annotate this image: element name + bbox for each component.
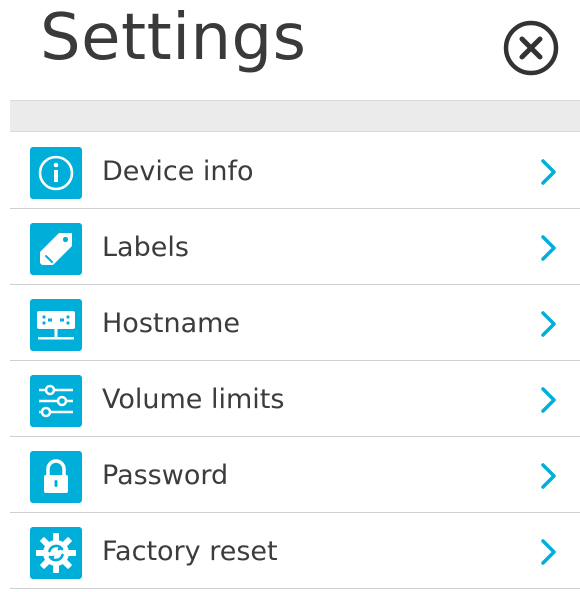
chevron-right-icon bbox=[541, 539, 556, 565]
gear-reset-icon bbox=[30, 527, 82, 579]
menu-item-password[interactable]: Password bbox=[10, 437, 580, 513]
menu-item-label: Hostname bbox=[102, 308, 241, 339]
section-band bbox=[10, 100, 580, 132]
chevron-right-icon bbox=[541, 387, 556, 413]
menu-item-label: Device info bbox=[102, 156, 254, 187]
chevron-right-icon bbox=[541, 159, 556, 185]
tag-icon bbox=[30, 223, 82, 275]
network-device-icon bbox=[30, 299, 82, 351]
settings-header: Settings bbox=[0, 0, 580, 100]
menu-item-label: Volume limits bbox=[102, 384, 285, 415]
menu-item-device-info[interactable]: Device info bbox=[10, 133, 580, 209]
chevron-right-icon bbox=[541, 463, 556, 489]
menu-item-label: Factory reset bbox=[102, 536, 278, 567]
close-button[interactable] bbox=[502, 19, 560, 77]
settings-menu: Device info Labels Hostname Volume limit… bbox=[10, 133, 580, 589]
menu-item-label: Password bbox=[102, 460, 229, 491]
menu-item-hostname[interactable]: Hostname bbox=[10, 285, 580, 361]
menu-item-label: Labels bbox=[102, 232, 189, 263]
info-icon bbox=[30, 147, 82, 199]
menu-item-labels[interactable]: Labels bbox=[10, 209, 580, 285]
chevron-right-icon bbox=[541, 235, 556, 261]
menu-item-factory-reset[interactable]: Factory reset bbox=[10, 513, 580, 589]
close-circle-icon bbox=[503, 20, 559, 76]
chevron-right-icon bbox=[541, 311, 556, 337]
sliders-icon bbox=[30, 375, 82, 427]
page-title: Settings bbox=[40, 1, 307, 75]
lock-icon bbox=[30, 451, 82, 503]
menu-item-volume-limits[interactable]: Volume limits bbox=[10, 361, 580, 437]
